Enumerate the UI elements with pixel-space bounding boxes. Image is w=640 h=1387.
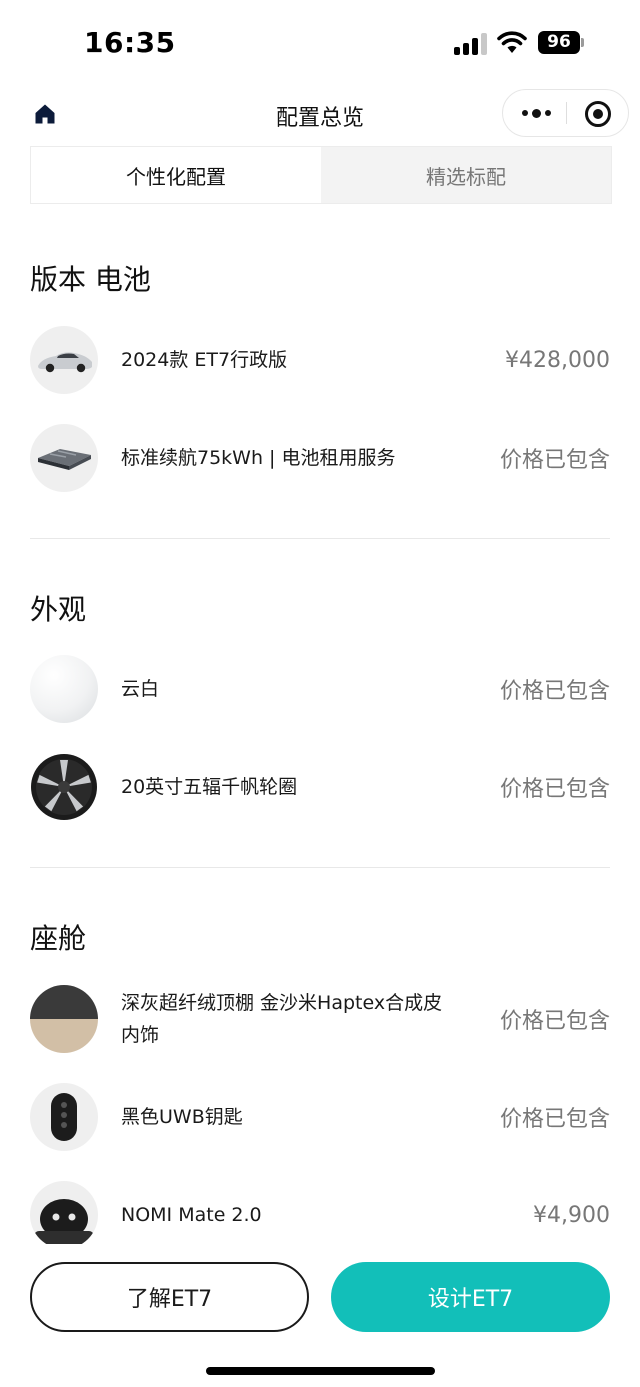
learn-et7-button[interactable]: 了解ET7 <box>30 1262 309 1332</box>
item-name: 2024款 ET7行政版 <box>121 349 288 371</box>
car-thumbnail-icon <box>30 326 98 394</box>
list-item: 2024款 ET7行政版 ¥428,000 <box>30 326 610 396</box>
item-price: 价格已包含 <box>499 777 610 802</box>
config-tabs: 个性化配置 精选标配 <box>30 146 612 204</box>
battery-icon: 96 <box>538 31 580 54</box>
item-name: NOMI Mate 2.0 <box>121 1204 262 1226</box>
list-item: NOMI Mate 2.0 ¥4,900 <box>30 1181 610 1251</box>
key-fob-thumbnail-icon <box>30 1083 98 1151</box>
list-item: 黑色UWB钥匙 价格已包含 <box>30 1083 610 1153</box>
item-price: 价格已包含 <box>499 679 610 704</box>
item-price: 价格已包含 <box>499 448 610 473</box>
white-color-swatch-icon <box>30 655 98 723</box>
status-bar: 16:35 96 <box>0 0 640 88</box>
status-time: 16:35 <box>84 26 176 59</box>
section-title-version-battery: 版本 电池 <box>30 263 151 296</box>
home-indicator <box>206 1367 435 1375</box>
tab-standard[interactable]: 精选标配 <box>321 147 611 203</box>
tab-personalized[interactable]: 个性化配置 <box>31 147 321 203</box>
cellular-signal-icon <box>454 33 488 55</box>
list-item: 20英寸五辐千帆轮圈 价格已包含 <box>30 753 610 823</box>
item-price: 价格已包含 <box>499 1107 610 1132</box>
battery-pack-thumbnail-icon <box>30 424 98 492</box>
item-price: ¥4,900 <box>533 1202 610 1228</box>
wifi-icon <box>497 31 527 53</box>
item-price: ¥428,000 <box>505 347 610 373</box>
section-title-cabin: 座舱 <box>30 922 87 955</box>
section-divider <box>30 867 610 868</box>
page: 16:35 96 配置总览 个性化配置 精选标配 版本 电池 2024款 ET7… <box>0 0 640 1387</box>
item-name: 标准续航75kWh | 电池租用服务 <box>121 447 396 469</box>
item-name: 深灰超纤绒顶棚 金沙米Haptex合成皮内饰 <box>121 992 443 1046</box>
item-name: 黑色UWB钥匙 <box>121 1106 243 1128</box>
mini-program-capsule <box>502 89 629 137</box>
section-title-exterior: 外观 <box>30 593 87 626</box>
nav-bar: 配置总览 <box>0 88 640 140</box>
more-options-icon[interactable] <box>519 90 553 136</box>
design-et7-button[interactable]: 设计ET7 <box>331 1262 610 1332</box>
item-price: 价格已包含 <box>499 1009 610 1034</box>
interior-swatch-icon <box>30 985 98 1053</box>
list-item: 云白 价格已包含 <box>30 655 610 725</box>
capsule-divider <box>566 102 567 124</box>
item-name: 20英寸五辐千帆轮圈 <box>121 776 298 798</box>
list-item: 深灰超纤绒顶棚 金沙米Haptex合成皮内饰 价格已包含 <box>30 985 610 1055</box>
item-name: 云白 <box>121 678 160 700</box>
close-mini-program-icon[interactable] <box>585 101 611 127</box>
battery-tip <box>581 38 584 47</box>
nomi-thumbnail-icon <box>30 1181 98 1249</box>
wheel-thumbnail-icon <box>30 753 98 821</box>
bottom-action-bar: 了解ET7 设计ET7 <box>0 1244 640 1387</box>
list-item: 标准续航75kWh | 电池租用服务 价格已包含 <box>30 424 610 494</box>
section-divider <box>30 538 610 539</box>
